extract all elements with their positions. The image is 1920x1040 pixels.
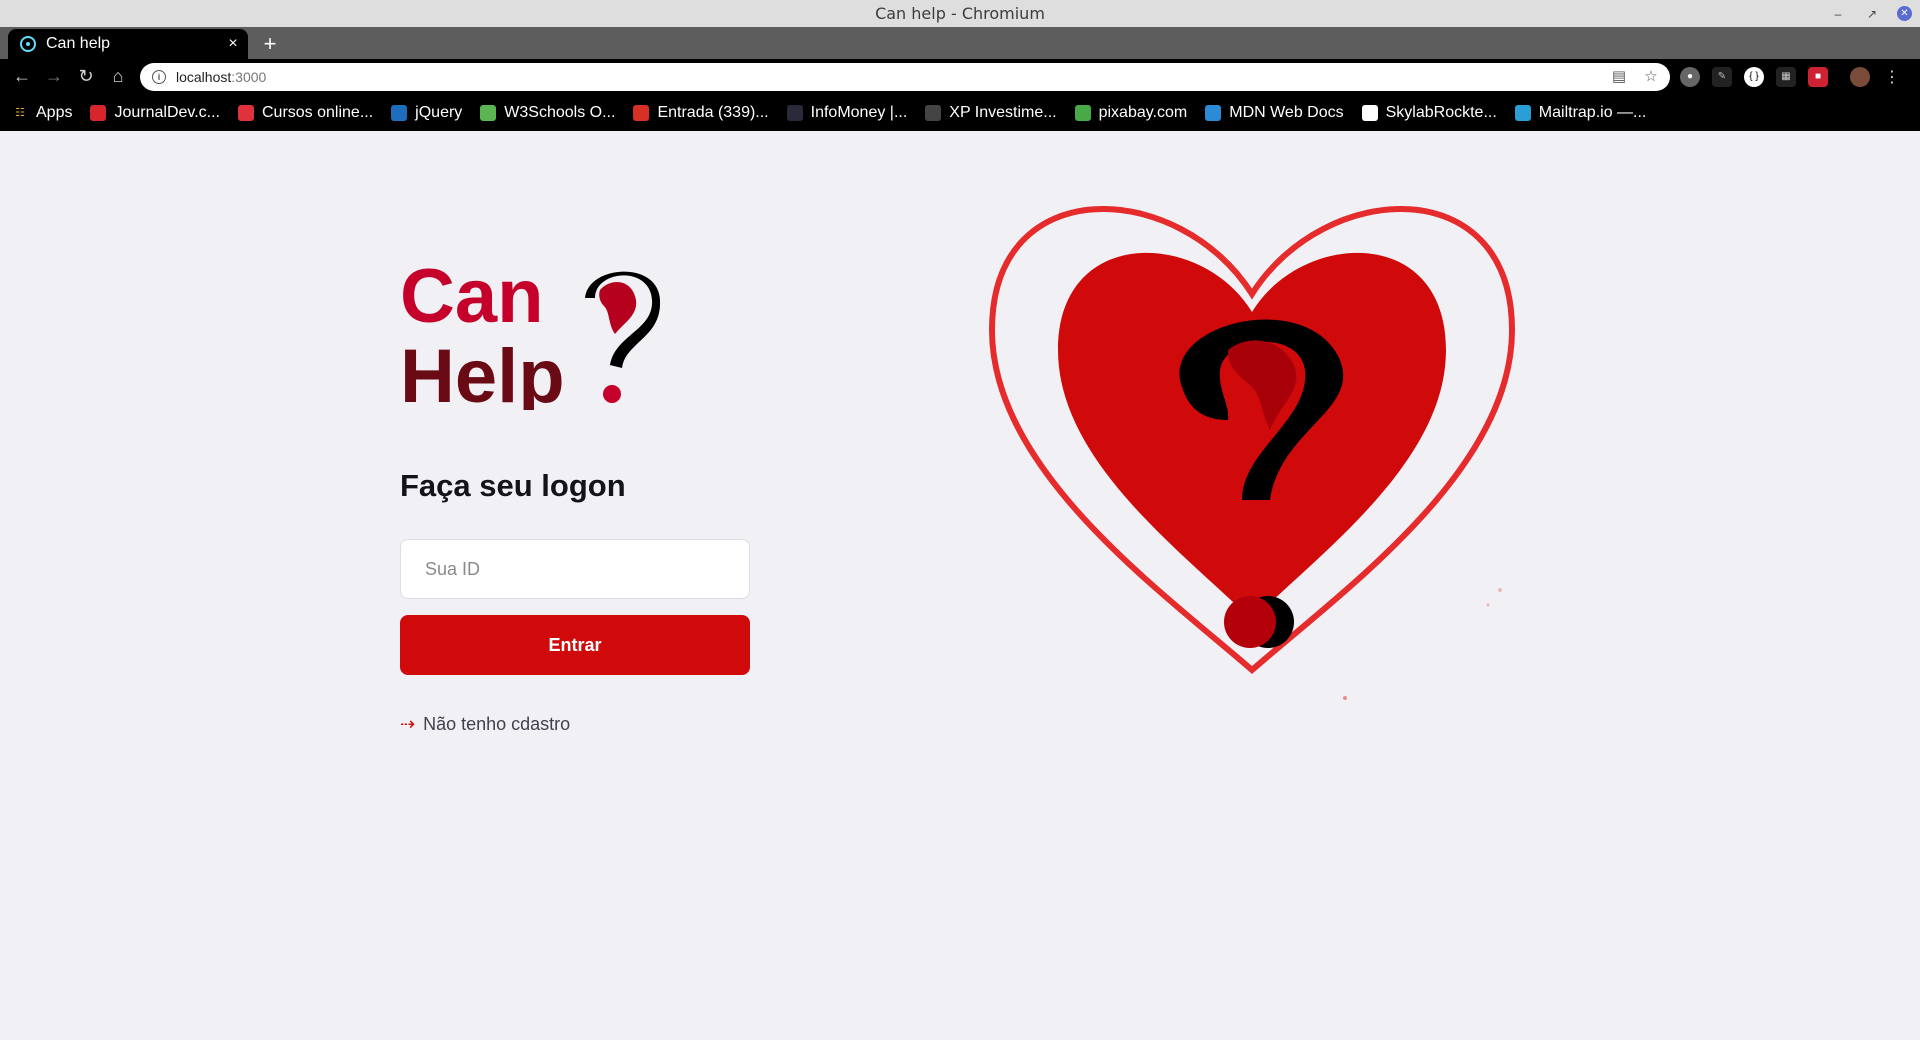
tab-strip: Can help × +: [0, 27, 1920, 59]
browser-toolbar: ← → ↻ ⌂ i localhost:3000 ▤ ☆ ● ✎ { } ▦ ■…: [0, 59, 1920, 94]
bookmark-label: W3Schools O...: [504, 103, 616, 121]
can-help-logo: Can Help: [400, 260, 660, 410]
logo-help-text: Help: [400, 334, 565, 410]
close-window-icon[interactable]: ✕: [1897, 6, 1912, 21]
jquery-icon: [391, 104, 408, 121]
bookmarks-bar: ☷ Apps JournalDev.c... Cursos online... jQue…: [0, 94, 1920, 131]
udemy-icon: [238, 104, 254, 121]
menu-kebab-icon[interactable]: ⋮: [1882, 67, 1902, 87]
apps-grid-icon: ☷: [15, 107, 25, 119]
reload-icon[interactable]: ↻: [70, 61, 102, 91]
bookmark-label: pixabay.com: [1098, 103, 1188, 121]
bookmark-label: InfoMoney |...: [810, 103, 908, 121]
bookmark-item[interactable]: Mailtrap.io —...: [1514, 103, 1647, 122]
bookmark-label: Apps: [36, 103, 73, 121]
back-arrow-icon[interactable]: ←: [6, 61, 38, 91]
logo-can-text: Can: [400, 260, 544, 339]
bookmark-item[interactable]: jQuery: [391, 104, 462, 122]
register-label: Não tenho cdastro: [423, 714, 571, 734]
infomoney-icon: [786, 104, 803, 121]
tab-close-icon[interactable]: ×: [218, 35, 248, 53]
bookmark-item[interactable]: W3Schools O...: [480, 104, 615, 122]
bookmark-label: Cursos online...: [262, 103, 374, 121]
window-controls: – ↗ ✕: [1829, 0, 1912, 27]
translate-icon[interactable]: ▤: [1610, 67, 1628, 85]
mdn-icon: [1205, 104, 1222, 121]
forward-arrow-icon[interactable]: →: [38, 61, 70, 91]
window-titlebar: Can help - Chromium – ↗ ✕: [0, 0, 1920, 27]
react-favicon-icon: [20, 36, 36, 52]
bookmark-label: XP Investime...: [949, 103, 1057, 121]
bookmark-item[interactable]: JournalDev.c...: [90, 104, 220, 122]
extension-record-icon[interactable]: ●: [1680, 66, 1700, 87]
tab-can-help[interactable]: Can help ×: [8, 29, 248, 59]
bookmark-label: JournalDev.c...: [114, 103, 220, 121]
gmail-icon: [633, 104, 650, 121]
page-content: [0, 131, 1920, 1040]
id-input[interactable]: [400, 539, 750, 599]
address-bar[interactable]: i localhost:3000 ▤ ☆: [140, 63, 1670, 91]
enter-button[interactable]: Entrar: [400, 615, 750, 675]
bookmark-label: SkylabRockte...: [1385, 103, 1497, 121]
register-link[interactable]: ⇢ Não tenho cdastro: [400, 714, 570, 735]
rocketseat-icon: [1361, 104, 1378, 121]
bookmark-label: jQuery: [415, 103, 463, 121]
logon-title: Faça seu logon: [400, 468, 626, 503]
restore-icon[interactable]: ↗: [1863, 5, 1881, 23]
site-info-icon[interactable]: i: [152, 70, 166, 84]
bookmark-item[interactable]: pixabay.com: [1074, 103, 1188, 122]
extension-puzzle-icon[interactable]: ▦: [1776, 66, 1796, 87]
home-icon[interactable]: ⌂: [102, 61, 134, 91]
extension-red-icon[interactable]: ■: [1808, 66, 1828, 87]
minimize-icon[interactable]: –: [1829, 5, 1847, 23]
bookmark-item[interactable]: InfoMoney |...: [786, 103, 908, 122]
journaldev-icon: [90, 104, 107, 121]
url-text: localhost:3000: [176, 69, 267, 85]
window-title: Can help - Chromium: [875, 4, 1045, 23]
bookmark-item[interactable]: Cursos online...: [238, 104, 373, 122]
profile-avatar[interactable]: [1850, 66, 1870, 87]
mailtrap-icon: [1514, 104, 1531, 121]
new-tab-button[interactable]: +: [258, 31, 282, 57]
bookmark-label: Mailtrap.io —...: [1538, 103, 1647, 121]
extensions-area: ● ✎ { } ▦ ■ ⋮: [1680, 59, 1902, 94]
heart-question-illustration: [988, 206, 1516, 700]
log-in-arrow-icon: ⇢: [400, 714, 416, 734]
bookmark-item[interactable]: ☷ Apps: [12, 104, 72, 122]
bookmark-star-icon[interactable]: ☆: [1642, 67, 1660, 85]
bookmark-label: MDN Web Docs: [1229, 103, 1344, 121]
extension-pen-icon[interactable]: ✎: [1712, 66, 1732, 87]
bookmark-item[interactable]: SkylabRockte...: [1361, 103, 1497, 122]
tab-title: Can help: [46, 35, 111, 52]
w3schools-icon: [480, 104, 497, 121]
pixabay-icon: [1074, 104, 1091, 121]
inner-heart: [1058, 252, 1446, 620]
extension-json-icon[interactable]: { }: [1744, 66, 1764, 87]
bookmark-item[interactable]: MDN Web Docs: [1205, 103, 1344, 122]
xp-icon: [925, 104, 942, 121]
bookmark-item[interactable]: XP Investime...: [925, 103, 1057, 122]
bookmark-item[interactable]: Entrada (339)...: [633, 103, 769, 122]
bookmark-label: Entrada (339)...: [657, 103, 769, 121]
